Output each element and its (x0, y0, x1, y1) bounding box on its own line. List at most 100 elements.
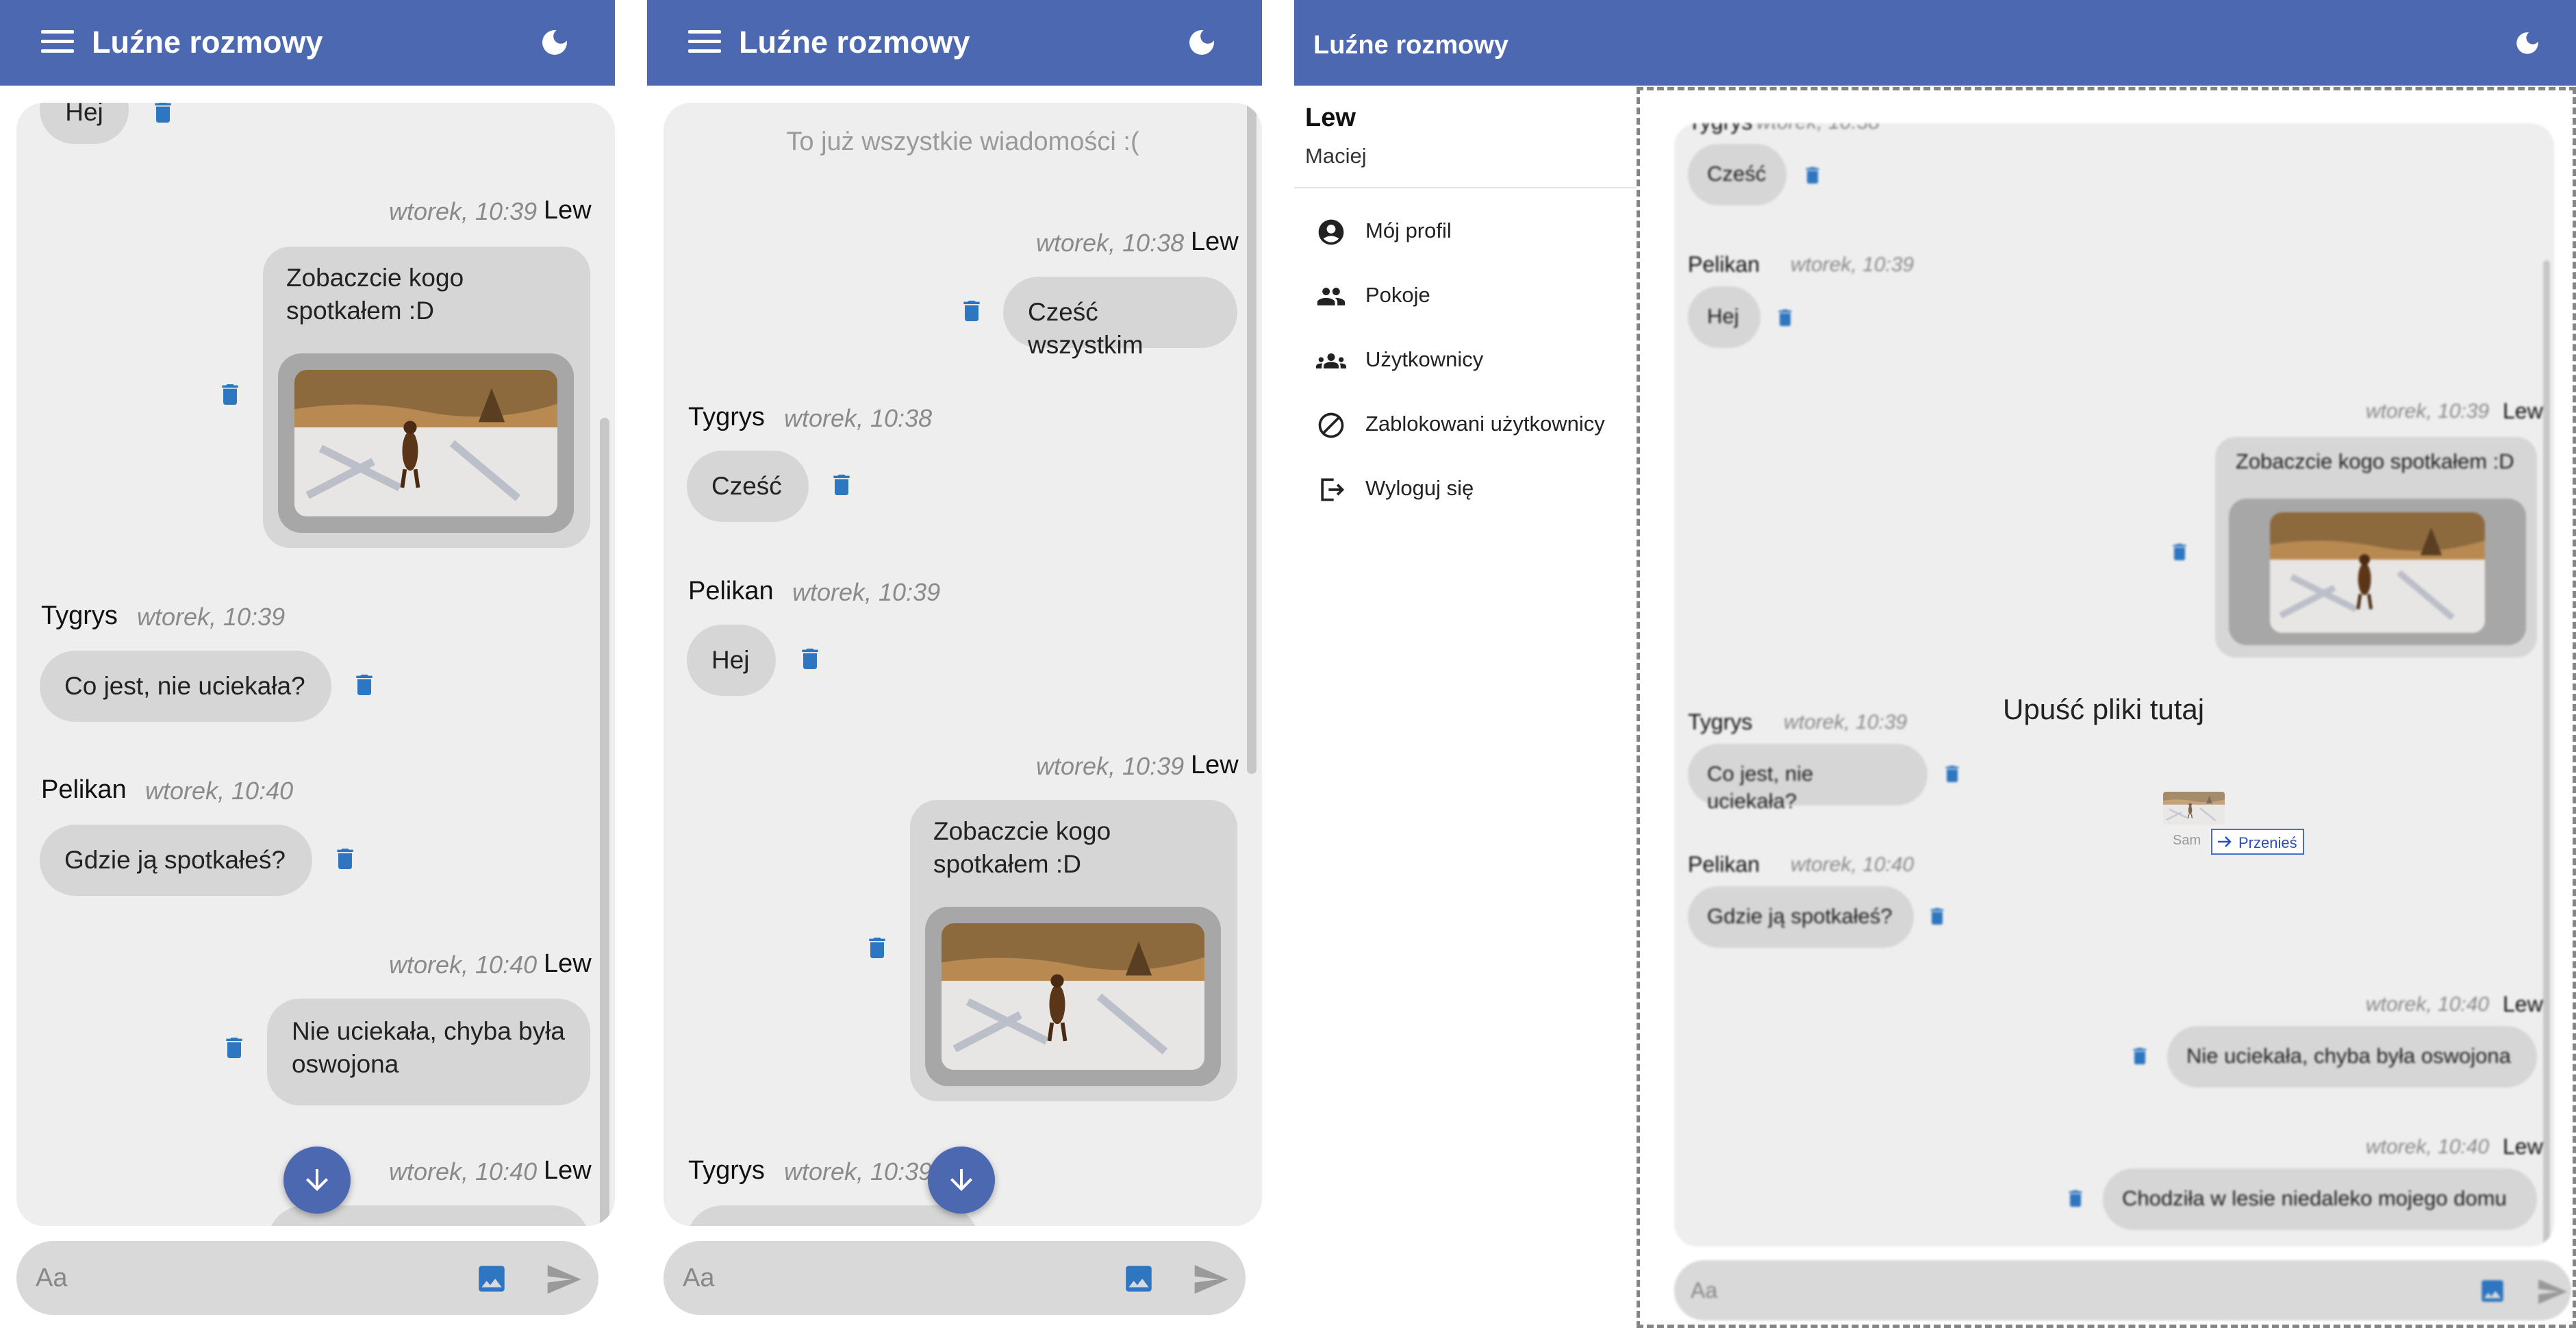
image-attachment[interactable] (278, 353, 574, 533)
message-text: Zobaczcie kogo spotkałem :D (2236, 449, 2514, 473)
groups-icon (1316, 346, 1346, 376)
nav-item-logout[interactable]: Wyloguj się (1294, 461, 1637, 516)
message-text: Hej (711, 646, 750, 674)
message-time: wtorek, 10:40 (2366, 993, 2490, 1016)
message-text: Nie uciekała, chyba była oswojona (292, 1017, 565, 1078)
divider (1294, 187, 1637, 188)
message-author: Lew (544, 196, 592, 225)
message-bubble: Co jest, nie uciekała? (1688, 744, 1928, 813)
message-author: Lew (544, 1156, 592, 1185)
send-icon[interactable] (541, 1260, 586, 1299)
moon-icon[interactable] (1185, 26, 1218, 59)
scroll-down-button[interactable] (928, 1147, 995, 1214)
scrollbar (2543, 260, 2550, 1246)
message-bubble: Cześć (687, 451, 809, 522)
dog-photo (942, 923, 1204, 1070)
trash-icon[interactable] (331, 842, 359, 875)
message-input[interactable] (683, 1255, 1094, 1301)
trash-icon (2169, 538, 2190, 566)
message-bubble: Zobaczcie kogo spotkałem :D (263, 247, 590, 548)
message-composer (664, 1241, 1246, 1315)
moon-icon[interactable] (2513, 29, 2542, 58)
scroll-down-button[interactable] (283, 1147, 351, 1214)
nav-item-label: Pokoje (1365, 283, 1430, 307)
trash-icon[interactable] (351, 668, 378, 701)
message-bubble: Nie uciekała, chyba była oswojona (267, 999, 590, 1105)
message-composer (16, 1241, 598, 1315)
message-input[interactable] (1691, 1270, 2307, 1311)
trash-icon[interactable] (220, 1031, 248, 1064)
trash-icon (2064, 1185, 2086, 1212)
message-author: Tygrys (688, 1156, 765, 1185)
message-time: wtorek, 10:40 (389, 951, 538, 979)
chat-panel-3: Luźne rozmowy Lew Maciej Mój profil Poko… (1294, 0, 2576, 1328)
image-icon[interactable] (1121, 1262, 1157, 1296)
drag-action-label: Przenieś (2238, 834, 2297, 851)
message-time: wtorek, 10:39 (389, 197, 538, 225)
dog-photo (294, 370, 557, 516)
message-bubble: Cześć wszystkim (1003, 277, 1237, 359)
chat-panel-1: Luźne rozmowy Hej wtorek, 10:39 Lew Zoba… (0, 0, 615, 1328)
message-author: Tygrys (1688, 123, 1752, 135)
message-bubble: Hej (40, 103, 129, 144)
message-author: Pelikan (688, 577, 774, 605)
message-bubble: Nie uciekała, chyba była oswojona (2167, 1026, 2537, 1088)
message-author: Pelikan (1688, 252, 1760, 277)
scrollbar[interactable] (1247, 103, 1257, 774)
scrollbar[interactable] (600, 418, 609, 1226)
message-time: wtorek, 10:39 (792, 578, 941, 606)
message-time: wtorek, 10:40 (2366, 1136, 2490, 1158)
send-icon[interactable] (2533, 1275, 2571, 1308)
message-author: Lew (2503, 992, 2543, 1016)
nav-item-rooms[interactable]: Pokoje (1294, 268, 1637, 323)
trash-icon[interactable] (149, 103, 177, 129)
user-name: Lew (1305, 103, 1356, 132)
trash-icon[interactable] (863, 931, 891, 964)
app-bar: Luźne rozmowy (1294, 0, 2576, 86)
trash-icon[interactable] (958, 295, 985, 327)
trash-icon[interactable] (828, 468, 855, 501)
drag-move-tooltip: Przenieś (2211, 829, 2304, 855)
message-text: Co jest, nie uciekała? (64, 672, 305, 700)
file-drop-zone[interactable]: Tygrys wtorek, 10:38 Cześć Pelikan wtore… (1637, 87, 2576, 1328)
nav-drawer: Lew Maciej Mój profil Pokoje Użytkownicy… (1294, 86, 1637, 1328)
menu-icon[interactable] (688, 29, 721, 55)
trash-icon[interactable] (998, 1220, 1025, 1226)
message-time: wtorek, 10:40 (1791, 853, 1915, 876)
moon-icon[interactable] (538, 26, 571, 59)
nav-item-users[interactable]: Użytkownicy (1294, 332, 1637, 387)
trash-icon[interactable] (796, 642, 824, 675)
send-icon[interactable] (1188, 1260, 1233, 1299)
message-time: wtorek, 10:39 (784, 1157, 933, 1186)
nav-item-label: Wyloguj się (1365, 476, 1474, 500)
message-list[interactable]: Hej wtorek, 10:39 Lew Zobaczcie kogo spo… (16, 103, 615, 1226)
menu-icon[interactable] (41, 29, 74, 55)
message-author: Tygrys (688, 403, 765, 431)
account-circle-icon (1316, 217, 1346, 247)
app-title: Luźne rozmowy (1313, 31, 1509, 60)
message-time: wtorek, 10:39 (137, 603, 286, 631)
arrow-down-icon (301, 1164, 333, 1197)
arrow-down-icon (945, 1164, 978, 1197)
message-author: Lew (2503, 1134, 2543, 1159)
message-time: wtorek, 10:39 (1784, 711, 1908, 734)
message-list[interactable]: To już wszystkie wiadomości :( wtorek, 1… (664, 103, 1262, 1226)
message-input[interactable] (36, 1255, 446, 1301)
message-author: Pelikan (1688, 852, 1760, 877)
nav-item-label: Mój profil (1365, 218, 1452, 242)
trash-icon[interactable] (216, 378, 244, 411)
nav-item-blocked-users[interactable]: Zablokowani użytkownicy (1294, 397, 1637, 451)
image-attachment[interactable] (925, 907, 1221, 1086)
message-author: Tygrys (1688, 710, 1753, 734)
dog-photo (2270, 512, 2485, 633)
image-icon[interactable] (474, 1262, 509, 1296)
message-author: Lew (1191, 751, 1239, 779)
dragged-file-name: Sam (2173, 833, 2201, 848)
message-time: wtorek, 10:40 (389, 1157, 538, 1186)
message-time: wtorek, 10:38 (1756, 123, 1880, 134)
message-bubble: Hej (687, 625, 776, 696)
image-icon[interactable] (2477, 1277, 2508, 1305)
message-text: Chodziła w lesie niedaleko mojego domu (2122, 1186, 2507, 1210)
nav-item-profile[interactable]: Mój profil (1294, 203, 1637, 258)
message-list: Tygrys wtorek, 10:38 Cześć Pelikan wtore… (1674, 123, 2554, 1246)
